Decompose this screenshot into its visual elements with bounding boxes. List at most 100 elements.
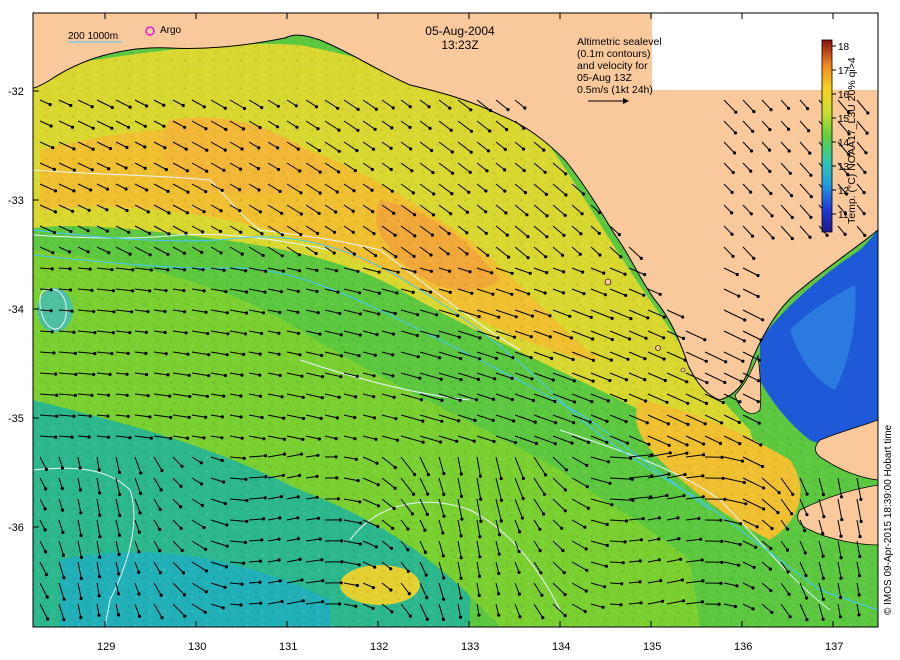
velocity-vector-head xyxy=(337,149,341,153)
velocity-vector-head xyxy=(426,473,430,477)
velocity-vector-head xyxy=(442,492,446,496)
velocity-vector-head xyxy=(258,394,263,398)
credit-text: © IMOS 09-Apr-2015 18:39:00 Hobart time xyxy=(883,424,894,615)
velocity-vector-head xyxy=(357,354,361,358)
velocity-vector-head xyxy=(186,190,190,194)
velocity-vector-head xyxy=(742,480,746,485)
velocity-vector-head xyxy=(699,537,703,541)
velocity-vector-head xyxy=(646,316,650,320)
velocity-vector-head xyxy=(110,268,114,272)
velocity-vector-head xyxy=(79,576,83,581)
velocity-vector-head xyxy=(623,272,627,276)
velocity-vector-head xyxy=(493,377,497,381)
velocity-vector-head xyxy=(585,484,589,489)
velocity-vector-head xyxy=(241,127,246,131)
velocity-vector-head xyxy=(749,149,754,153)
velocity-vector-head xyxy=(737,420,741,424)
velocity-vector-head xyxy=(605,543,609,548)
velocity-vector-head xyxy=(352,189,356,193)
velocity-vector-head xyxy=(222,394,226,398)
velocity-vector-head xyxy=(371,586,375,590)
velocity-vector-head xyxy=(619,255,623,259)
velocity-vector-head xyxy=(718,441,723,445)
velocity-vector-head xyxy=(742,339,746,343)
velocity-vector-head xyxy=(777,491,781,495)
velocity-vector-head xyxy=(203,610,207,614)
velocity-vector-head xyxy=(282,452,287,456)
velocity-vector-head xyxy=(770,610,774,615)
velocity-vector-head xyxy=(624,293,628,297)
velocity-vector-head xyxy=(757,421,761,425)
velocity-vector-head xyxy=(410,512,414,516)
velocity-vector-head xyxy=(639,601,643,605)
velocity-vector-head xyxy=(441,554,445,558)
velocity-vector-head xyxy=(790,236,794,241)
velocity-vector-head xyxy=(662,336,666,340)
velocity-vector-head xyxy=(204,310,208,314)
velocity-vector-head xyxy=(186,352,190,356)
velocity-vector-head xyxy=(106,393,111,397)
velocity-vector-head xyxy=(628,337,632,341)
velocity-vector-head xyxy=(224,565,229,569)
velocity-vector-head xyxy=(411,191,415,195)
velocity-vector-head xyxy=(510,271,514,275)
velocity-vector-head xyxy=(117,572,121,576)
lat-label: -34 xyxy=(8,304,24,316)
velocity-vector-head xyxy=(755,525,759,529)
altimetry-note-line: 05-Aug 13Z xyxy=(577,72,632,84)
velocity-vector-head xyxy=(185,211,189,215)
velocity-vector-head xyxy=(240,582,244,586)
velocity-vector-head xyxy=(394,255,398,259)
velocity-vector-head xyxy=(752,110,756,114)
velocity-vector-head xyxy=(169,436,173,440)
velocity-vector-head xyxy=(372,416,376,420)
velocity-vector-head xyxy=(717,602,721,606)
velocity-vector-head xyxy=(534,441,539,446)
velocity-vector-head xyxy=(459,494,464,498)
velocity-vector-head xyxy=(183,614,187,618)
velocity-vector-head xyxy=(143,124,147,128)
velocity-vector-head xyxy=(721,401,725,405)
velocity-vector-head xyxy=(488,129,492,133)
velocity-vector-head xyxy=(125,145,129,150)
velocity-vector-head xyxy=(277,537,281,541)
velocity-vector-head xyxy=(583,525,587,529)
velocity-vector-head xyxy=(859,519,863,524)
velocity-vector-head xyxy=(116,592,121,596)
velocity-vector-head xyxy=(839,534,843,538)
velocity-vector-head xyxy=(411,290,415,294)
velocity-vector-head xyxy=(376,483,380,487)
velocity-vector-head xyxy=(617,233,622,237)
velocity-vector-head xyxy=(110,105,114,110)
velocity-vector-head xyxy=(643,273,647,277)
velocity-vector-head xyxy=(514,315,518,319)
velocity-vector-head xyxy=(336,290,340,294)
velocity-vector-head xyxy=(240,252,244,256)
velocity-vector-head xyxy=(353,416,357,420)
velocity-vector-head xyxy=(521,476,526,480)
velocity-vector-head xyxy=(315,289,319,294)
velocity-vector-head xyxy=(50,330,54,334)
velocity-vector-head xyxy=(756,294,760,299)
velocity-vector-head xyxy=(497,571,501,576)
velocity-vector-head xyxy=(207,353,211,357)
velocity-vector-head xyxy=(167,232,171,236)
velocity-vector-head xyxy=(124,187,128,191)
velocity-vector-head xyxy=(507,255,511,259)
velocity-vector-head xyxy=(550,356,554,360)
velocity-vector-head xyxy=(409,147,413,151)
velocity-vector-head xyxy=(158,527,162,532)
velocity-vector-head xyxy=(704,401,709,405)
velocity-vector-head xyxy=(391,374,395,378)
velocity-vector-head xyxy=(505,233,509,237)
velocity-vector-head xyxy=(625,441,630,445)
velocity-vector-head xyxy=(298,269,302,273)
velocity-vector-head xyxy=(478,474,482,478)
velocity-vector-head xyxy=(144,372,149,377)
velocity-vector-head xyxy=(686,401,690,405)
velocity-vector-head xyxy=(769,108,773,112)
velocity-vector-head xyxy=(225,544,229,548)
velocity-vector-head xyxy=(720,539,724,543)
velocity-vector-head xyxy=(300,374,304,378)
velocity-vector-head xyxy=(79,511,83,515)
